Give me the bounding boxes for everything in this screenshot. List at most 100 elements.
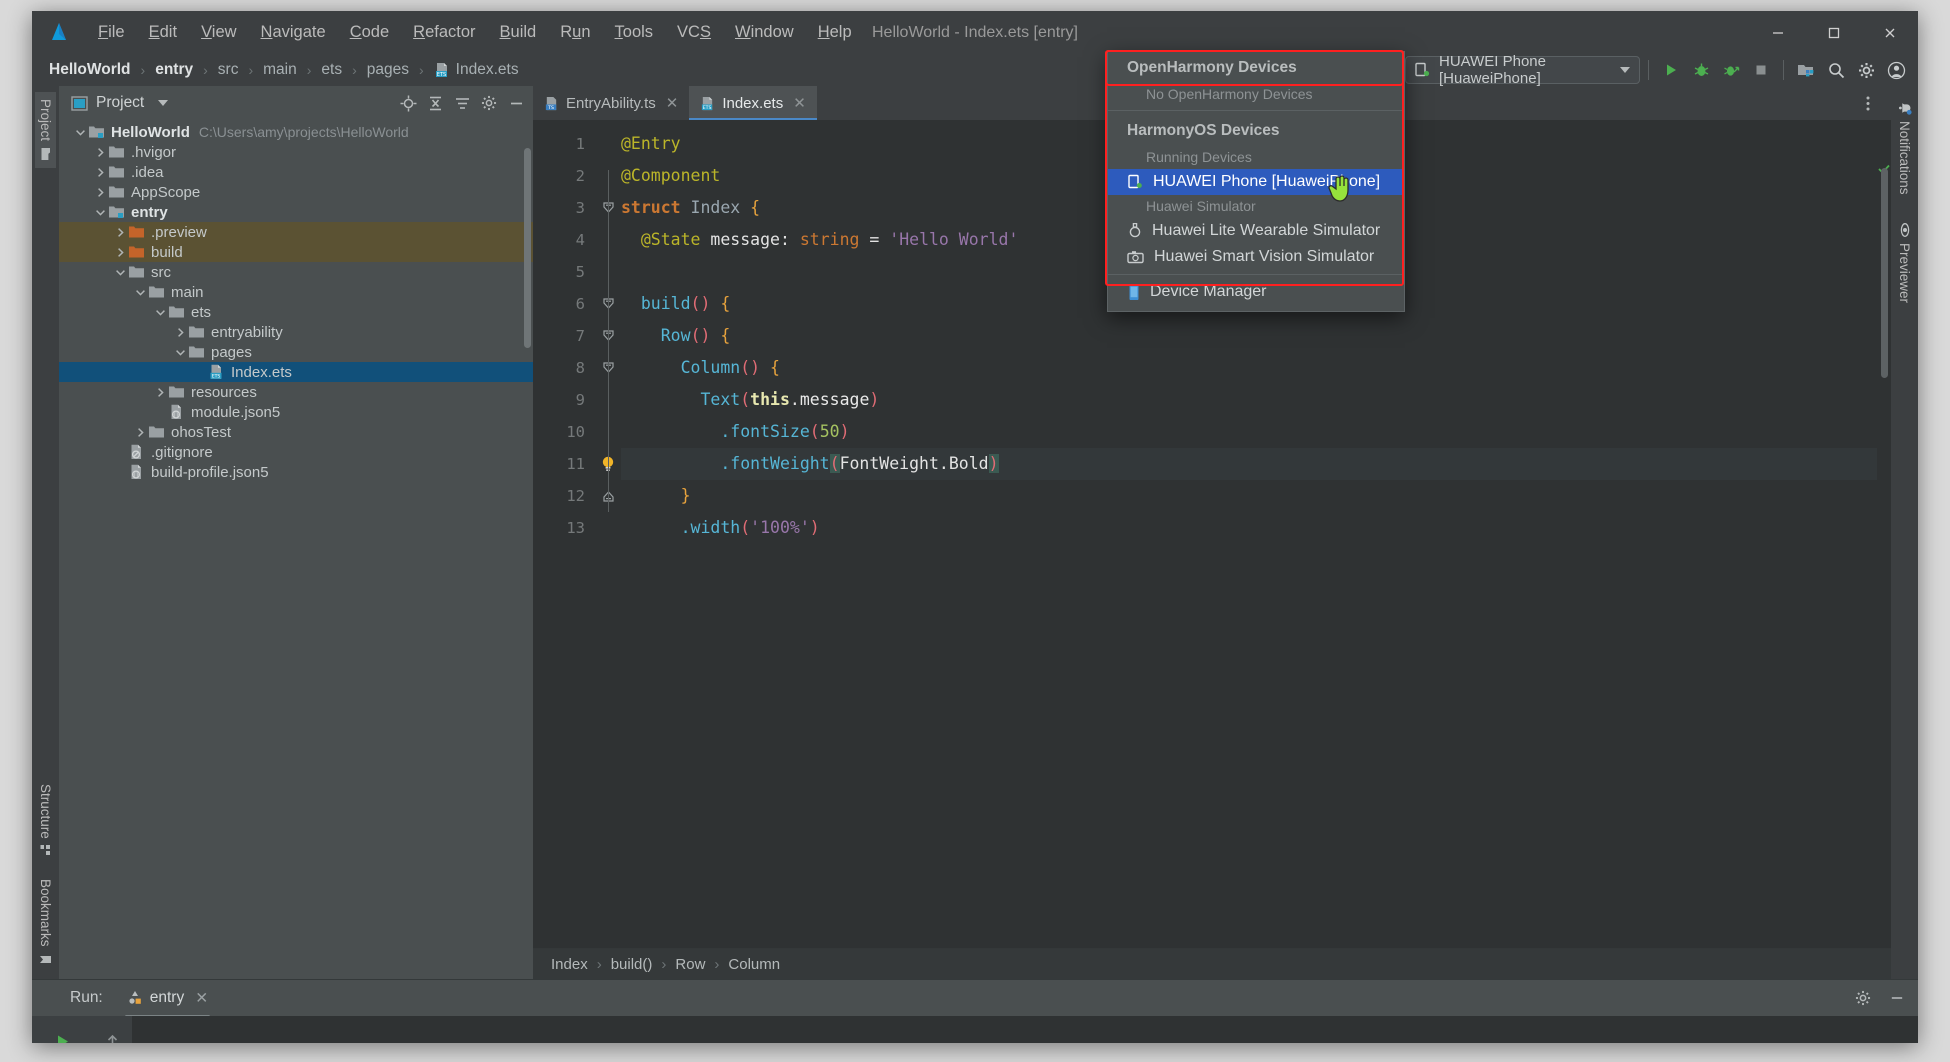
more-options-icon[interactable] [1855, 90, 1881, 116]
run-button[interactable] [1657, 57, 1685, 83]
sidebar-item-notifications[interactable]: Notifications [1894, 94, 1915, 202]
device-manager-button[interactable] [1792, 57, 1820, 83]
dropdown-item-device-manager[interactable]: Device Manager [1108, 279, 1404, 305]
fold-gutter[interactable] [595, 120, 621, 948]
chevron-right-icon[interactable] [113, 245, 128, 260]
menu-view[interactable]: View [189, 19, 248, 46]
chevron-right-icon[interactable] [93, 145, 108, 160]
tree-node-ohostest[interactable]: ohosTest [59, 422, 533, 442]
sidebar-item-project[interactable]: Project [35, 92, 56, 168]
tree-node-entryability[interactable]: entryability [59, 322, 533, 342]
tree-node-pages[interactable]: pages [59, 342, 533, 362]
menu-code[interactable]: Code [338, 19, 401, 46]
tree-node-index-ets[interactable]: ETSIndex.ets [59, 362, 533, 382]
tree-node-entry[interactable]: entry [59, 202, 533, 222]
code-line[interactable]: } [621, 480, 1891, 512]
chevron-right-icon[interactable] [133, 425, 148, 440]
profile-button[interactable] [1717, 57, 1745, 83]
breadcrumb-item-6[interactable]: ETS Index.ets [431, 59, 522, 81]
chevron-down-icon[interactable] [93, 205, 108, 220]
settings-icon[interactable] [476, 90, 502, 116]
tree-node--hvigor[interactable]: .hvigor [59, 142, 533, 162]
tree-node-module-json5[interactable]: {}module.json5 [59, 402, 533, 422]
code-line[interactable]: .width('100%') [621, 512, 1891, 544]
run-console-output[interactable] [132, 1016, 1918, 1043]
menu-tools[interactable]: Tools [603, 19, 666, 46]
breadcrumb-item-5[interactable]: pages [364, 59, 412, 81]
debug-button[interactable] [1687, 57, 1715, 83]
menu-window[interactable]: Window [723, 19, 806, 46]
chevron-right-icon[interactable] [173, 325, 188, 340]
code-line[interactable]: Row() { [621, 320, 1891, 352]
device-selector[interactable]: HUAWEI Phone [HuaweiPhone] [1405, 56, 1640, 84]
tree-node-build[interactable]: build [59, 242, 533, 262]
close-button[interactable] [1862, 11, 1918, 54]
collapse-all-icon[interactable] [422, 90, 448, 116]
hide-panel-icon[interactable] [503, 90, 529, 116]
close-icon[interactable]: ✕ [195, 989, 208, 1008]
tree-node-ets[interactable]: ets [59, 302, 533, 322]
chevron-down-icon[interactable] [158, 100, 168, 106]
structure-crumb-3[interactable]: Column [728, 956, 780, 973]
target-icon[interactable] [395, 90, 421, 116]
menu-help[interactable]: Help [806, 19, 864, 46]
chevron-down-icon[interactable] [73, 125, 88, 140]
fold-cell[interactable] [595, 512, 621, 544]
sidebar-item-previewer[interactable]: Previewer [1894, 216, 1915, 310]
breadcrumb-item-2[interactable]: src [215, 59, 242, 81]
sort-icon[interactable] [449, 90, 475, 116]
editor-scrollbar[interactable] [1881, 168, 1888, 378]
dropdown-item-lite-wearable-simulator[interactable]: Huawei Lite Wearable Simulator [1108, 218, 1404, 244]
breadcrumb-item-0[interactable]: HelloWorld [46, 59, 134, 81]
structure-crumb-2[interactable]: Row [675, 956, 705, 973]
editor-tab-entryability[interactable]: TS EntryAbility.ts ✕ [533, 86, 689, 120]
close-icon[interactable]: ✕ [666, 94, 679, 112]
menu-edit[interactable]: Edit [137, 19, 189, 46]
tree-node--preview[interactable]: .preview [59, 222, 533, 242]
stop-button[interactable] [1747, 57, 1775, 83]
fold-cell[interactable] [595, 128, 621, 160]
code-line[interactable]: .fontSize(50) [621, 416, 1891, 448]
menu-build[interactable]: Build [488, 19, 549, 46]
account-icon[interactable] [1882, 57, 1910, 83]
run-tab-entry[interactable]: entry ✕ [119, 985, 216, 1012]
menu-run[interactable]: Run [548, 19, 602, 46]
tree-node--gitignore[interactable]: .gitignore [59, 442, 533, 462]
tree-node-appscope[interactable]: AppScope [59, 182, 533, 202]
up-arrow-icon[interactable] [95, 1024, 129, 1043]
maximize-button[interactable] [1806, 11, 1862, 54]
sidebar-item-bookmarks[interactable]: Bookmarks [35, 872, 56, 973]
sidebar-item-structure[interactable]: Structure [35, 777, 56, 865]
chevron-right-icon[interactable] [93, 165, 108, 180]
chevron-right-icon[interactable] [113, 225, 128, 240]
dropdown-item-smart-vision-simulator[interactable]: Huawei Smart Vision Simulator [1108, 244, 1404, 270]
chevron-down-icon[interactable] [173, 345, 188, 360]
settings-icon[interactable] [1852, 57, 1880, 83]
device-dropdown-popup[interactable]: OpenHarmony Devices No OpenHarmony Devic… [1107, 51, 1405, 312]
rerun-button[interactable] [45, 1024, 79, 1043]
minimize-button[interactable] [1750, 11, 1806, 54]
tree-node-src[interactable]: src [59, 262, 533, 282]
tree-node-build-profile-json5[interactable]: {}build-profile.json5 [59, 462, 533, 482]
tree-node--idea[interactable]: .idea [59, 162, 533, 182]
minimize-icon[interactable] [1884, 985, 1910, 1011]
tree-node-helloworld[interactable]: HelloWorldC:\Users\amy\projects\HelloWor… [59, 122, 533, 142]
menu-file[interactable]: File [86, 19, 137, 46]
project-tree-scrollbar[interactable] [524, 148, 531, 348]
menu-refactor[interactable]: Refactor [401, 19, 487, 46]
editor-tab-index[interactable]: ETS Index.ets ✕ [689, 86, 816, 120]
dropdown-item-huawei-phone[interactable]: HUAWEI Phone [HuaweiPhone] [1108, 169, 1404, 195]
breadcrumb-item-1[interactable]: entry [152, 59, 196, 81]
chevron-down-icon[interactable] [133, 285, 148, 300]
code-line[interactable]: .fontWeight(FontWeight.Bold) [621, 448, 1891, 480]
tree-node-main[interactable]: main [59, 282, 533, 302]
structure-crumb-1[interactable]: build() [611, 956, 653, 973]
menu-vcs[interactable]: VCS [665, 19, 723, 46]
chevron-down-icon[interactable] [113, 265, 128, 280]
search-icon[interactable] [1822, 57, 1850, 83]
breadcrumb-item-4[interactable]: ets [318, 59, 345, 81]
code-line[interactable]: Column() { [621, 352, 1891, 384]
chevron-right-icon[interactable] [153, 385, 168, 400]
chevron-right-icon[interactable] [93, 185, 108, 200]
structure-crumb-0[interactable]: Index [551, 956, 588, 973]
